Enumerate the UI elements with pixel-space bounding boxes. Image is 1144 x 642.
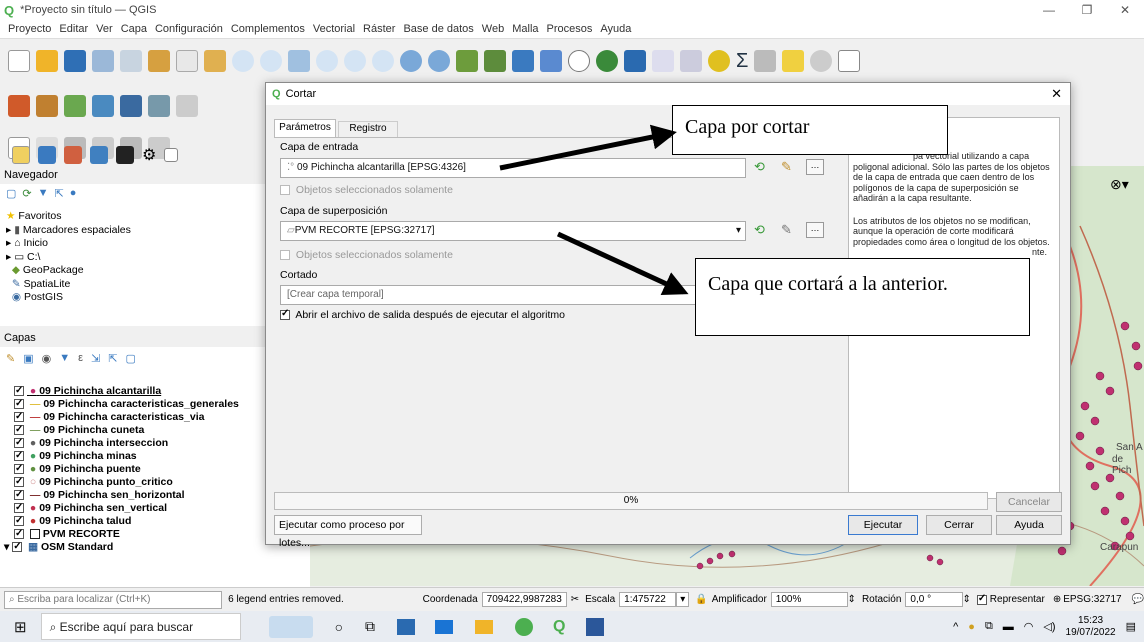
windows-start-icon[interactable]: ⊞ [14, 618, 27, 636]
clock[interactable]: 15:23 19/07/2022 [1066, 615, 1116, 639]
taskbar-search-icon: ⌕ [49, 620, 57, 634]
annotation-arrows [499, 124, 689, 295]
task-view-icon[interactable]: ⧉ [365, 618, 375, 635]
crs-label[interactable]: EPSG:32717 [1063, 594, 1121, 605]
file-explorer-icon[interactable] [397, 618, 416, 635]
magnifier-field[interactable]: 100% [770, 592, 848, 607]
search-icon: ⌕ [9, 593, 15, 605]
magnifier-spin-icon[interactable]: ⇕ [848, 594, 856, 605]
messages-icon[interactable]: 💬 [1132, 594, 1144, 605]
arrow-to-input-layer [499, 124, 677, 171]
scale-field[interactable]: 1:475722 [619, 592, 677, 607]
coordinate-label: Coordenada [422, 594, 478, 605]
extents-icon[interactable]: ✂ [571, 594, 579, 605]
qgis-taskbar-icon[interactable]: Q [553, 618, 565, 636]
crs-globe-icon[interactable]: ⊕ [1053, 594, 1061, 605]
word-icon[interactable] [585, 617, 604, 636]
tray-battery-icon[interactable]: ▬ [1003, 621, 1014, 633]
tray-chevron-icon[interactable]: ^ [953, 621, 958, 633]
magnifier-label: Amplificador [711, 594, 767, 605]
legend-message: 6 legend entries removed. [228, 594, 344, 605]
clock-date: 19/07/2022 [1065, 626, 1116, 638]
windows-taskbar: ⊞ ⌕ Escribe aquí para buscar ○ ⧉ Q ^ ● ⧉… [0, 611, 1144, 642]
scale-dropdown-icon[interactable]: ▾ [676, 592, 690, 607]
tray-volume-icon[interactable]: ◁) [1043, 620, 1055, 633]
chrome-icon[interactable] [515, 617, 534, 636]
tray-network-icon[interactable]: ⧉ [985, 620, 993, 633]
system-tray: ^ ● ⧉ ▬ ◠ ◁) 15:23 19/07/2022 ▤ [953, 615, 1136, 639]
cortana-icon[interactable]: ○ [335, 619, 343, 635]
notification-icon[interactable]: ▤ [1126, 620, 1136, 633]
tray-wifi-icon[interactable]: ◠ [1024, 620, 1034, 633]
rotation-spin-icon[interactable]: ⇕ [963, 594, 971, 605]
coordinate-field[interactable]: 709422,9987283 [481, 592, 567, 607]
arrow-to-overlay-layer [556, 231, 689, 295]
scale-label: Escala [585, 594, 616, 605]
taskbar-search-input[interactable]: ⌕ Escribe aquí para buscar [40, 613, 241, 640]
locator-search-input[interactable]: ⌕ Escriba para localizar (Ctrl+K) [4, 590, 223, 609]
rotation-label: Rotación [861, 594, 902, 605]
render-label: Representar [989, 594, 1045, 605]
rotation-field[interactable]: 0,0 ° [905, 592, 963, 607]
search-highlight-icon[interactable] [268, 615, 313, 638]
folder-icon[interactable] [475, 619, 494, 634]
status-bar: ⌕ Escriba para localizar (Ctrl+K) 6 lege… [0, 587, 1144, 611]
render-checkbox[interactable] [976, 593, 987, 605]
clock-time: 15:23 [1078, 614, 1104, 626]
mail-icon[interactable] [435, 619, 454, 634]
lock-icon[interactable]: 🔒 [695, 594, 707, 605]
tray-app-icon[interactable]: ● [968, 621, 975, 633]
